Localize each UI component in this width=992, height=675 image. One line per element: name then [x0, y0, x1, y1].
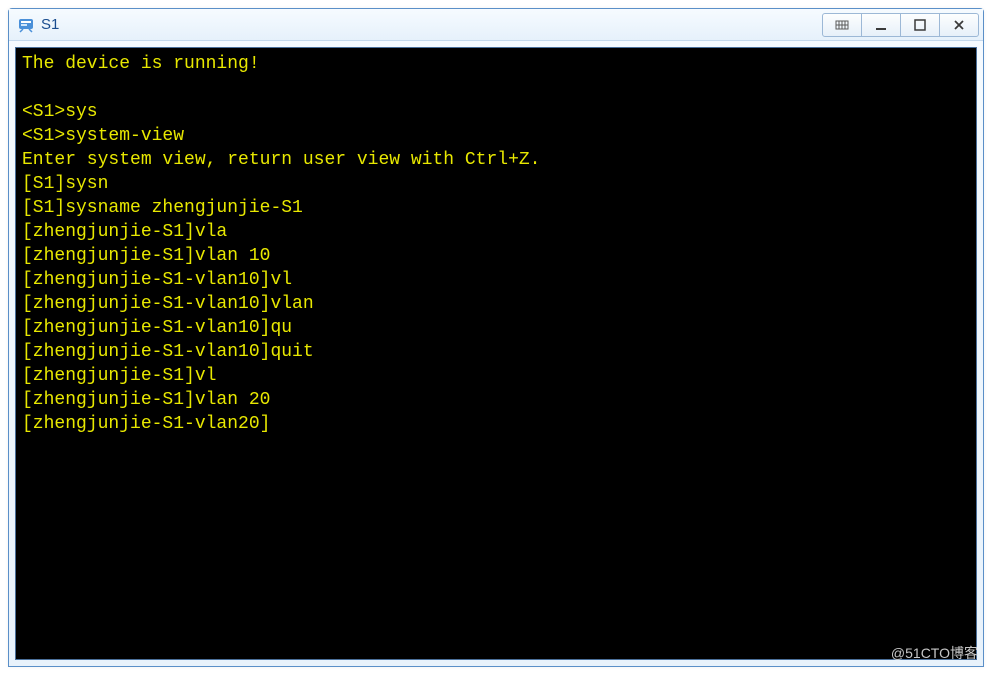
- close-button[interactable]: [939, 13, 979, 37]
- minimize-button[interactable]: [861, 13, 901, 37]
- terminal-line: [zhengjunjie-S1]vlan 20: [22, 388, 970, 412]
- terminal-container: The device is running! <S1>sys<S1>system-…: [9, 41, 983, 666]
- app-icon: [17, 16, 35, 34]
- terminal-line: [zhengjunjie-S1-vlan20]: [22, 412, 970, 436]
- maximize-button[interactable]: [900, 13, 940, 37]
- terminal-line: [zhengjunjie-S1-vlan10]quit: [22, 340, 970, 364]
- options-button[interactable]: [822, 13, 862, 37]
- terminal[interactable]: The device is running! <S1>sys<S1>system-…: [15, 47, 977, 660]
- terminal-line: [S1]sysn: [22, 172, 970, 196]
- titlebar[interactable]: S1: [9, 9, 983, 41]
- terminal-line: The device is running!: [22, 52, 970, 76]
- terminal-line: [22, 76, 970, 100]
- terminal-line: [zhengjunjie-S1-vlan10]qu: [22, 316, 970, 340]
- terminal-line: [zhengjunjie-S1]vla: [22, 220, 970, 244]
- terminal-line: [zhengjunjie-S1-vlan10]vlan: [22, 292, 970, 316]
- terminal-line: [zhengjunjie-S1]vlan 10: [22, 244, 970, 268]
- window-title: S1: [41, 16, 59, 33]
- app-window: S1: [8, 8, 984, 667]
- terminal-line: [S1]sysname zhengjunjie-S1: [22, 196, 970, 220]
- window-controls: [822, 13, 979, 37]
- terminal-line: [zhengjunjie-S1-vlan10]vl: [22, 268, 970, 292]
- terminal-line: <S1>system-view: [22, 124, 970, 148]
- terminal-line: [zhengjunjie-S1]vl: [22, 364, 970, 388]
- terminal-line: Enter system view, return user view with…: [22, 148, 970, 172]
- terminal-line: <S1>sys: [22, 100, 970, 124]
